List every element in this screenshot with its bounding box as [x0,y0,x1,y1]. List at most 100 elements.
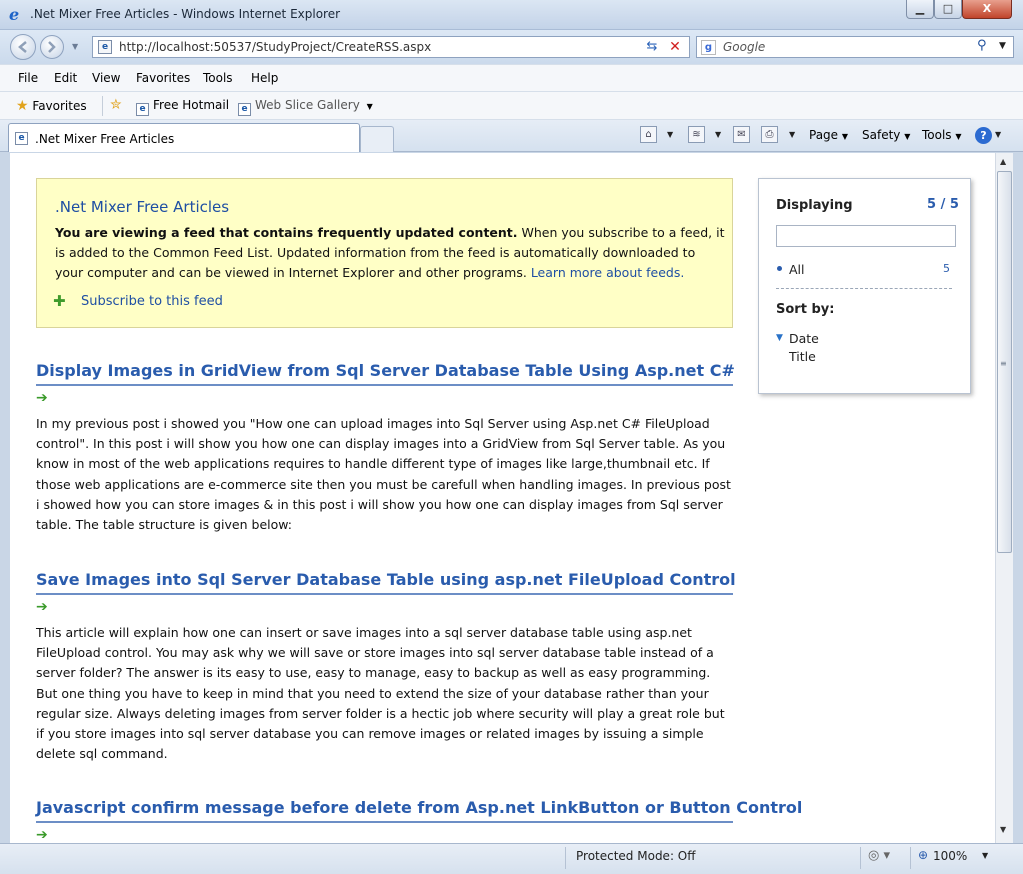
help-icon[interactable]: ? [975,127,992,144]
print-dropdown-icon[interactable]: ▼ [789,130,795,139]
tab-active[interactable]: e .Net Mixer Free Articles [8,123,360,152]
svg-text:e: e [9,6,19,22]
menu-edit[interactable]: Edit [54,71,77,85]
ie-page-icon: e [15,132,28,145]
address-bar[interactable]: e http://localhost:50537/StudyProject/Cr… [92,36,719,58]
title-bar: e .Net Mixer Free Articles - Windows Int… [0,0,1023,30]
google-icon: g [701,40,716,55]
chevron-down-icon: ▼ [904,132,911,141]
chevron-down-icon: ▼ [955,132,962,141]
add-favorite-button[interactable]: ✮ [110,97,122,113]
minimize-button[interactable]: ▁ [906,0,934,19]
search-options-dropdown-icon[interactable]: ▼ [999,41,1006,51]
filter-all[interactable]: All [789,262,805,277]
sort-descending-icon: ▼ [776,333,783,343]
feed-info-box: .Net Mixer Free Articles You are viewing… [36,178,733,328]
fav-free-hotmail[interactable]: e Free Hotmail [136,98,229,116]
menu-file[interactable]: File [18,71,38,85]
home-icon[interactable]: ⌂ [640,126,657,143]
chevron-down-icon: ▼ [841,132,849,141]
feeds-icon[interactable]: ≋ [688,126,705,143]
scroll-grip-icon: ≡ [1000,359,1007,368]
protected-mode-status[interactable]: Protected Mode: Off [576,849,696,863]
feed-title: .Net Mixer Free Articles [55,198,230,216]
zoom-dropdown-icon[interactable]: ▼ [982,851,988,860]
menu-tools[interactable]: Tools [203,71,233,85]
forward-button[interactable] [40,35,64,59]
print-icon[interactable]: ⎙ [761,126,778,143]
zoom-icon[interactable]: ⊕ [918,848,928,862]
page-icon: e [98,40,112,54]
refresh-icon[interactable]: ⇆ [641,39,663,55]
arrow-right-icon[interactable]: ➔ [36,827,733,843]
search-icon[interactable]: ⚲ [977,38,987,53]
separator [910,847,911,869]
favorites-bar: ★ Favorites ✮ e Free Hotmail e Web Slice G… [0,92,1023,120]
bullet-icon [777,266,782,271]
status-bar: Protected Mode: Off ◎ ▾ ⊕ 100% ▼ [0,843,1023,874]
fav-label: Web Slice Gallery [255,98,360,112]
back-button[interactable] [10,34,36,60]
sort-by-title[interactable]: Title [789,349,816,364]
feed-intro-bold: You are viewing a feed that contains fre… [55,225,518,240]
sort-label: Sort by: [776,302,835,317]
mail-icon[interactable]: ✉ [733,126,750,143]
separator [565,847,566,869]
article: Save Images into Sql Server Database Tab… [36,570,736,764]
menu-help[interactable]: Help [251,71,278,85]
vertical-scrollbar[interactable]: ▲ ≡ ▼ [995,153,1013,843]
url-text[interactable]: http://localhost:50537/StudyProject/Crea… [119,40,431,54]
favorites-label: Favorites [32,99,87,113]
displaying-count: 5 / 5 [927,197,959,212]
stop-icon[interactable]: ✕ [664,39,686,55]
feeds-dropdown-icon[interactable]: ▼ [715,130,721,139]
menu-favorites[interactable]: Favorites [136,71,190,85]
tab-bar: e .Net Mixer Free Articles ⌂ ▼ ≋ ▼ ✉ ⎙ ▼… [0,120,1023,152]
arrow-right-icon[interactable]: ➔ [36,599,733,619]
menu-view[interactable]: View [92,71,120,85]
search-input[interactable]: Google [723,40,765,54]
article-body: In my previous post i showed you "How on… [36,416,731,533]
home-dropdown-icon[interactable]: ▼ [667,130,673,139]
fav-web-slice-gallery[interactable]: e Web Slice Gallery ▼ [238,98,373,116]
learn-more-link[interactable]: Learn more about feeds. [531,265,685,280]
article-title[interactable]: Display Images in GridView from Sql Serv… [36,361,735,386]
zoom-level[interactable]: 100% [933,849,967,863]
article-body: This article will explain how one can in… [36,625,725,762]
menu-bar: File Edit View Favorites Tools Help [0,64,1023,92]
help-dropdown-icon[interactable]: ▼ [995,130,1001,139]
article-title[interactable]: Javascript confirm message before delete… [36,798,802,823]
scroll-up-icon[interactable]: ▲ [1000,157,1006,166]
arrow-right-icon[interactable]: ➔ [36,390,733,410]
fav-label: Free Hotmail [153,98,230,112]
page-menu-label: Page [809,128,839,142]
safety-menu[interactable]: Safety ▼ [862,128,910,142]
chevron-down-icon: ▼ [366,102,373,111]
ie-page-icon: e [136,103,149,116]
all-count: 5 [943,262,950,275]
back-arrow-icon [18,41,27,53]
page-menu[interactable]: Page ▼ [809,128,848,142]
favorites-button[interactable]: ★ Favorites [16,98,87,114]
article: Javascript confirm message before delete… [36,798,802,843]
star-icon: ★ [16,98,29,114]
safety-menu-label: Safety [862,128,901,142]
feed-filter-panel: Displaying 5 / 5 All 5 Sort by: ▼ Date T… [758,178,971,394]
zone-icon[interactable]: ◎ ▾ [868,848,890,863]
search-box[interactable]: g Google ⚲ ▼ [696,36,1014,58]
maximize-button[interactable]: □ [934,0,962,19]
tab-label: .Net Mixer Free Articles [35,132,175,146]
close-button[interactable]: X [962,0,1012,19]
displaying-label: Displaying [776,198,853,213]
separator [102,96,103,116]
sort-by-date[interactable]: Date [789,331,819,346]
subscribe-feed-icon: ✚ [53,292,66,310]
new-tab-button[interactable] [360,126,394,152]
article-title[interactable]: Save Images into Sql Server Database Tab… [36,570,736,595]
tools-menu[interactable]: Tools ▼ [922,128,962,142]
scroll-down-icon[interactable]: ▼ [1000,825,1006,834]
recent-pages-dropdown-icon[interactable]: ▼ [72,42,78,51]
tools-menu-label: Tools [922,128,952,142]
subscribe-link[interactable]: Subscribe to this feed [81,294,223,309]
filter-input[interactable] [776,225,956,247]
